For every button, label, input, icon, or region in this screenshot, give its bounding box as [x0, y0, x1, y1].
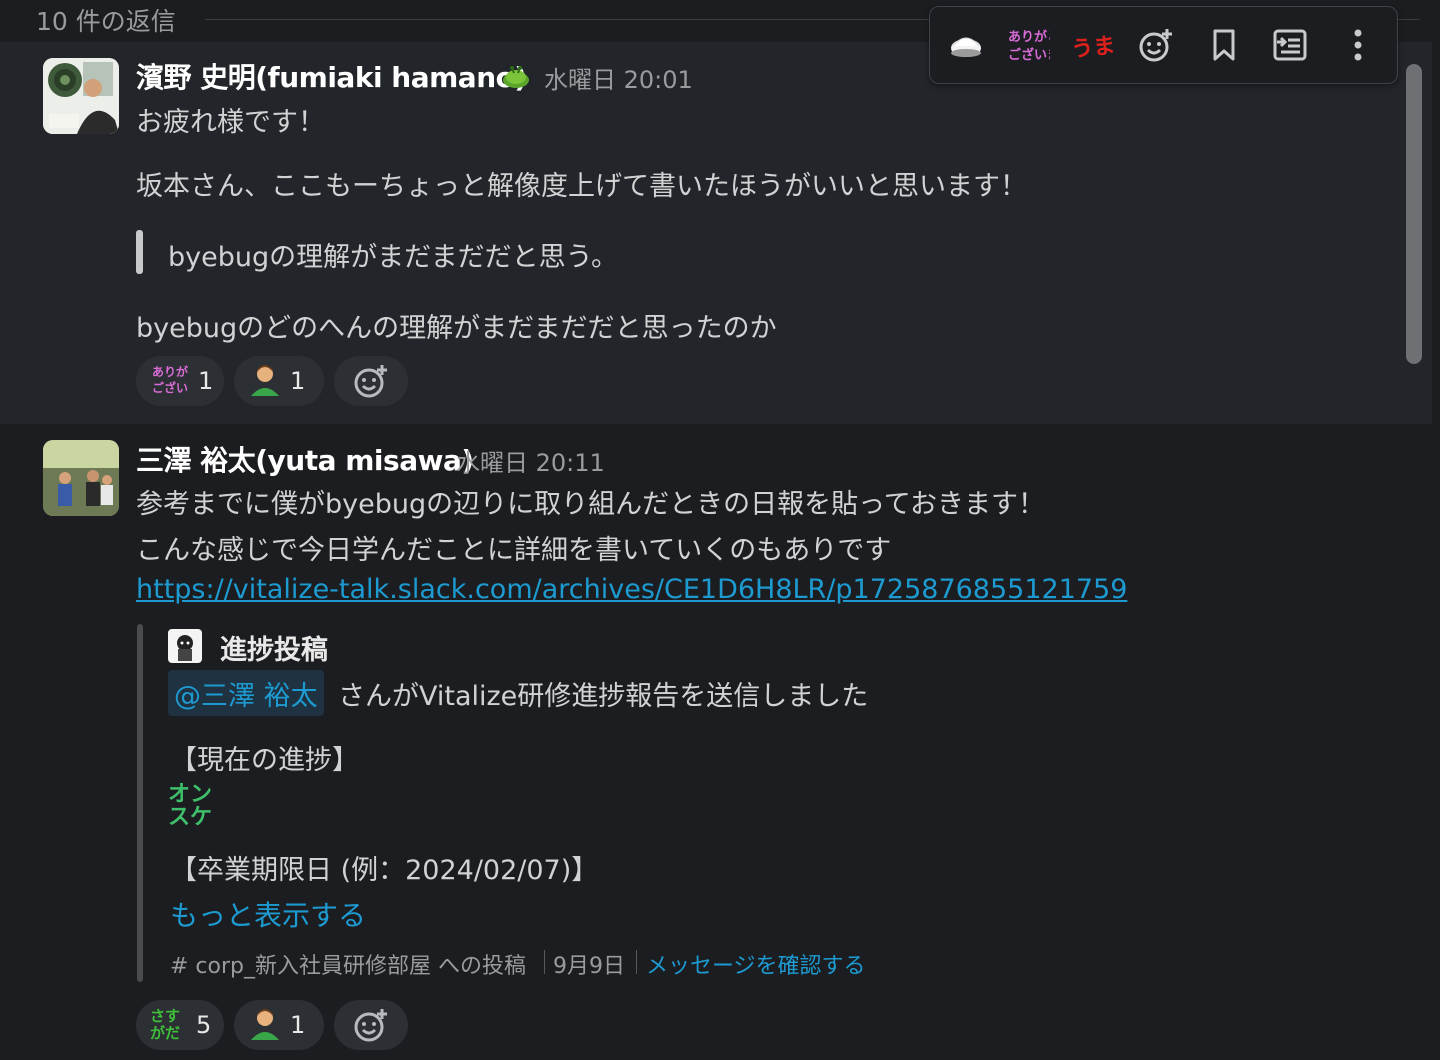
add-emoji-icon — [1139, 29, 1172, 62]
timestamp[interactable]: 水曜日 20:01 — [544, 60, 693, 95]
quote-text: byebugの理解がまだまだだと思う。 — [168, 242, 618, 273]
quote-bar — [136, 230, 143, 274]
replies-count: 10 件の返信 — [36, 7, 176, 36]
message-line: お疲れ様です！ — [136, 107, 325, 138]
divider — [636, 950, 637, 974]
message-link[interactable]: https://vitalize-talk.slack.com/archives… — [136, 574, 1127, 605]
reaction-count: 5 — [196, 1011, 212, 1039]
add-emoji-icon — [354, 365, 387, 398]
bookmark-icon — [1213, 29, 1235, 61]
attachment-date[interactable]: 9月9日 — [553, 948, 625, 980]
svg-text:がだ: がだ — [150, 1024, 180, 1041]
svg-text:ございます: ございます — [152, 380, 190, 395]
deadline-label: 【卒業期限日 (例：2024/02/07)】 — [170, 855, 599, 886]
user-mention[interactable]: @三澤 裕太 — [168, 670, 324, 716]
add-emoji-icon — [354, 1009, 387, 1042]
toolbar-react-rice[interactable] — [944, 25, 988, 65]
message-line: byebugのどのへんの理解がまだまだだと思ったのか — [136, 313, 777, 344]
sender-name[interactable]: 三澤 裕太(yuta misawa) — [136, 439, 474, 479]
svg-text:ございます: ございます — [1008, 47, 1050, 63]
reaction-sasuga[interactable]: さす がだ 5 — [136, 1000, 224, 1050]
thanks-emoji-icon: ありがとう ございます — [150, 362, 212, 400]
person-emoji-icon — [248, 362, 282, 400]
add-reaction-button[interactable] — [334, 356, 408, 406]
avatar[interactable] — [43, 58, 119, 134]
share-to-list-icon — [1273, 29, 1307, 61]
status-emoji-icon — [501, 60, 531, 94]
svg-text:ありがとう: ありがとう — [152, 364, 190, 379]
toolbar-react-umai[interactable]: うまい! — [1070, 25, 1114, 65]
sasuga-emoji-icon: さす がだ — [150, 1005, 188, 1045]
scrollbar-thumb[interactable] — [1406, 64, 1422, 364]
svg-text:ありがとう: ありがとう — [1008, 29, 1050, 45]
attachment-title[interactable]: 進捗投稿 — [220, 628, 328, 667]
umai-emoji-icon: うまい! — [1070, 29, 1114, 63]
sender-name[interactable]: 濱野 史明(fumiaki hamano) — [136, 56, 527, 96]
toolbar-react-thanks[interactable]: ありがとう ございます — [1006, 25, 1050, 65]
divider — [544, 950, 545, 974]
toolbar-more[interactable] — [1336, 25, 1380, 65]
reaction-count: 1 — [290, 1011, 306, 1039]
reaction-thanks[interactable]: ありがとう ございます 1 — [136, 356, 224, 406]
svg-text:オン: オン — [168, 782, 212, 807]
onsuke-emoji-icon: オン スケ — [168, 780, 218, 832]
thanks-emoji-icon: ありがとう ございます — [1008, 29, 1050, 63]
avatar[interactable] — [43, 440, 119, 516]
show-more-link[interactable]: もっと表示する — [170, 894, 366, 934]
reaction-person[interactable]: 1 — [234, 1000, 324, 1050]
message-line: 参考までに僕がbyebugの辺りに取り組んだときの日報を貼っておきます！ — [136, 489, 1045, 520]
message-hamano[interactable]: 濱野 史明(fumiaki hamano) 水曜日 20:01 お疲れ様です！ … — [0, 42, 1432, 424]
reaction-count: 1 — [198, 367, 214, 395]
message-line: こんな感じで今日学んだことに詳細を書いていくのもありです — [136, 535, 892, 566]
toolbar-save[interactable] — [1202, 25, 1246, 65]
message-line: 坂本さん、ここもーちょっと解像度上げて書いたほうがいいと思います！ — [136, 171, 1027, 202]
svg-text:うまい!: うまい! — [1070, 29, 1114, 63]
svg-text:さす: さす — [150, 1007, 180, 1025]
reaction-count: 1 — [290, 367, 306, 395]
view-message-link[interactable]: メッセージを確認する — [646, 948, 866, 980]
channel-source[interactable]: # corp_新入社員研修部屋 への投稿 — [170, 948, 526, 980]
svg-text:スケ: スケ — [168, 805, 212, 828]
toolbar-forward[interactable] — [1268, 25, 1312, 65]
progress-label: 【現在の進捗】 — [170, 745, 359, 776]
attachment-bar — [137, 624, 143, 982]
person-emoji-icon — [248, 1006, 282, 1044]
add-reaction-button[interactable] — [334, 1000, 408, 1050]
toolbar-add-reaction[interactable] — [1134, 25, 1178, 65]
attachment-text: さんがVitalize研修進捗報告を送信しました — [338, 681, 869, 712]
message-actions-toolbar: ありがとう ございます うまい! — [929, 6, 1398, 84]
rice-ball-icon — [951, 37, 981, 57]
reaction-person[interactable]: 1 — [234, 356, 324, 406]
attachment-app-icon[interactable] — [168, 629, 202, 663]
timestamp[interactable]: 水曜日 20:11 — [456, 443, 605, 478]
more-vertical-icon — [1354, 29, 1362, 61]
